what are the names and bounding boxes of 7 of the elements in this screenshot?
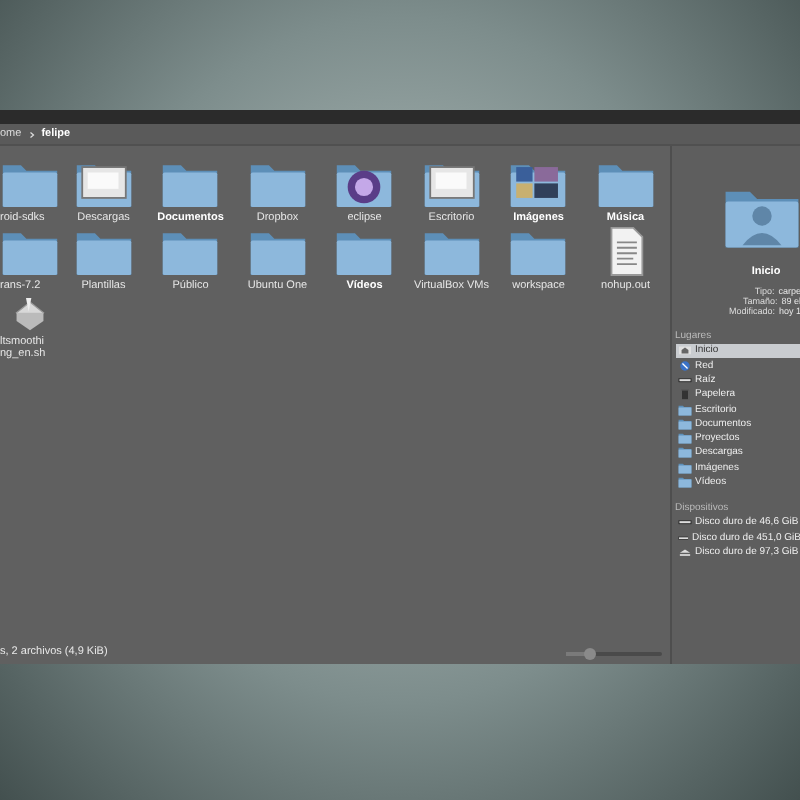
eject-icon [677,545,691,558]
globe-icon [677,359,691,372]
slider-thumb[interactable] [583,647,595,659]
home-icon [677,344,691,357]
chevron-icon [27,129,36,139]
trash-icon [677,388,691,401]
drive-icon [677,374,691,386]
